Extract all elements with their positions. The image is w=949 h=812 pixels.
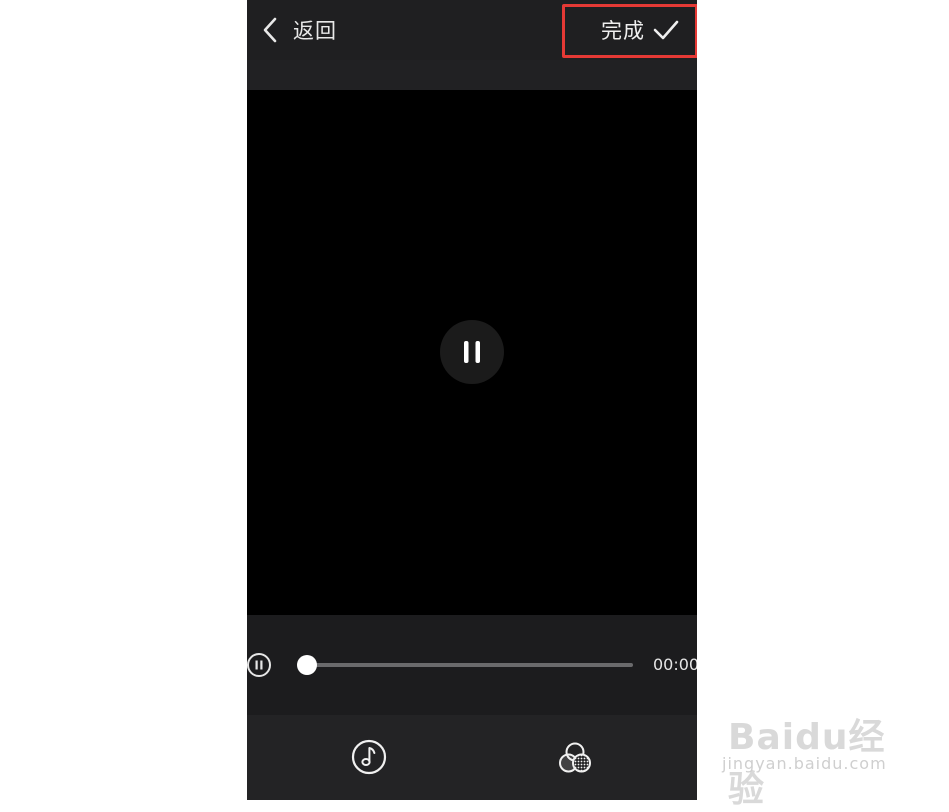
time-label: 00:00 <box>653 655 697 674</box>
watermark-url: jingyan.baidu.com <box>722 754 887 773</box>
filter-icon[interactable] <box>556 739 594 777</box>
back-button[interactable]: 返回 <box>261 12 337 48</box>
progress-thumb[interactable] <box>297 655 317 675</box>
playback-controls: 00:00 <box>247 615 697 715</box>
music-note-icon[interactable] <box>351 739 387 775</box>
bottom-toolbar <box>247 715 697 800</box>
back-label: 返回 <box>293 19 337 43</box>
small-pause-button[interactable] <box>247 653 271 677</box>
pause-icon <box>255 660 263 670</box>
play-pause-button[interactable] <box>440 320 504 384</box>
highlight-box <box>562 4 697 58</box>
video-preview[interactable] <box>247 90 697 615</box>
watermark: Baidu经验 jingyan.baidu.com <box>722 690 912 810</box>
progress-track[interactable] <box>307 663 633 667</box>
chevron-left-icon <box>263 17 277 43</box>
top-strip <box>247 60 697 90</box>
phone-screen: 返回 完成 00:00 <box>247 0 697 800</box>
pause-icon <box>464 341 480 363</box>
